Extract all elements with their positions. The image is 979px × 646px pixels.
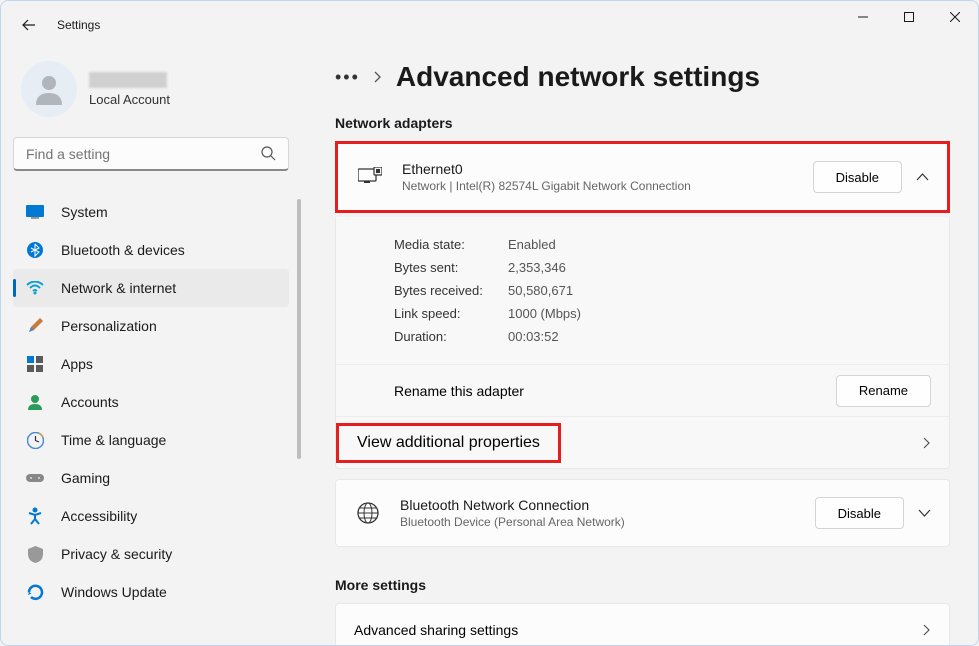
adapter-subtitle: Bluetooth Device (Personal Area Network) [400, 515, 815, 529]
bluetooth-icon [25, 240, 45, 260]
chevron-right-icon [923, 624, 931, 636]
sidebar-item-accessibility[interactable]: Accessibility [13, 497, 289, 535]
brush-icon [25, 316, 45, 336]
sidebar-item-label: System [61, 204, 108, 220]
sidebar-item-label: Time & language [61, 432, 166, 448]
close-icon [950, 12, 960, 22]
rename-label: Rename this adapter [394, 383, 836, 399]
update-icon [25, 582, 45, 602]
sidebar-item-update[interactable]: Windows Update [13, 573, 289, 611]
chevron-up-icon [916, 173, 929, 181]
sidebar-item-label: Gaming [61, 470, 110, 486]
maximize-icon [904, 12, 914, 22]
sidebar-item-personalization[interactable]: Personalization [13, 307, 289, 345]
globe-icon [354, 502, 382, 524]
shield-icon [25, 544, 45, 564]
advanced-sharing-label: Advanced sharing settings [354, 622, 923, 638]
profile-name-redacted [89, 72, 167, 88]
section-more-header: More settings [335, 577, 950, 593]
person-icon [31, 71, 67, 107]
sidebar-item-label: Personalization [61, 318, 157, 334]
expand-toggle[interactable] [918, 504, 931, 522]
sidebar-item-apps[interactable]: Apps [13, 345, 289, 383]
detail-value: 2,353,346 [508, 260, 566, 275]
detail-value: Enabled [508, 237, 556, 252]
profile-subtitle: Local Account [89, 92, 170, 107]
disable-button[interactable]: Disable [813, 161, 902, 193]
clock-icon [25, 430, 45, 450]
rename-button[interactable]: Rename [836, 375, 931, 407]
advanced-sharing-row[interactable]: Advanced sharing settings [335, 603, 950, 645]
rename-adapter-row[interactable]: Rename this adapter Rename [336, 364, 949, 416]
search-input[interactable] [26, 146, 261, 162]
account-icon [25, 392, 45, 412]
detail-label: Bytes received: [394, 283, 508, 298]
minimize-icon [858, 12, 868, 22]
view-properties-label: View additional properties [336, 423, 561, 463]
sidebar-item-label: Windows Update [61, 584, 167, 600]
search-box[interactable] [13, 137, 289, 171]
sidebar-item-label: Bluetooth & devices [61, 242, 185, 258]
view-properties-row[interactable]: View additional properties [336, 416, 949, 468]
avatar[interactable] [21, 61, 77, 117]
disable-button[interactable]: Disable [815, 497, 904, 529]
section-adapters-header: Network adapters [335, 115, 950, 131]
adapter-name: Ethernet0 [402, 161, 813, 177]
maximize-button[interactable] [886, 1, 932, 33]
breadcrumb: ••• Advanced network settings [335, 61, 950, 93]
sidebar-item-label: Apps [61, 356, 93, 372]
sidebar-item-label: Accounts [61, 394, 119, 410]
sidebar-item-label: Network & internet [61, 280, 176, 296]
sidebar-item-gaming[interactable]: Gaming [13, 459, 289, 497]
monitor-icon [356, 167, 384, 187]
window-title: Settings [57, 18, 100, 32]
detail-value: 00:03:52 [508, 329, 559, 344]
back-arrow-icon [21, 17, 37, 33]
system-icon [25, 202, 45, 222]
adapter-bluetooth[interactable]: Bluetooth Network Connection Bluetooth D… [336, 480, 949, 546]
sidebar-item-network[interactable]: Network & internet [13, 269, 289, 307]
sidebar-item-accounts[interactable]: Accounts [13, 383, 289, 421]
chevron-right-icon [374, 71, 382, 83]
back-button[interactable] [9, 5, 49, 45]
detail-label: Bytes sent: [394, 260, 508, 275]
sidebar-item-privacy[interactable]: Privacy & security [13, 535, 289, 573]
chevron-down-icon [918, 509, 931, 517]
adapter-ethernet0[interactable]: Ethernet0 Network | Intel(R) 82574L Giga… [338, 144, 947, 210]
search-icon [261, 146, 276, 161]
sidebar-item-label: Privacy & security [61, 546, 172, 562]
page-title: Advanced network settings [396, 61, 760, 93]
gamepad-icon [25, 468, 45, 488]
sidebar-item-bluetooth[interactable]: Bluetooth & devices [13, 231, 289, 269]
close-button[interactable] [932, 1, 978, 33]
detail-value: 50,580,671 [508, 283, 573, 298]
accessibility-icon [25, 506, 45, 526]
wifi-icon [25, 278, 45, 298]
minimize-button[interactable] [840, 1, 886, 33]
detail-label: Duration: [394, 329, 508, 344]
chevron-right-icon [923, 437, 931, 449]
sidebar-item-time[interactable]: Time & language [13, 421, 289, 459]
breadcrumb-more[interactable]: ••• [335, 67, 360, 88]
adapter-name: Bluetooth Network Connection [400, 497, 815, 513]
adapter-subtitle: Network | Intel(R) 82574L Gigabit Networ… [402, 179, 813, 193]
apps-icon [25, 354, 45, 374]
sidebar-item-system[interactable]: System [13, 193, 289, 231]
sidebar-item-label: Accessibility [61, 508, 137, 524]
detail-value: 1000 (Mbps) [508, 306, 581, 321]
detail-label: Media state: [394, 237, 508, 252]
collapse-toggle[interactable] [916, 168, 929, 186]
detail-label: Link speed: [394, 306, 508, 321]
